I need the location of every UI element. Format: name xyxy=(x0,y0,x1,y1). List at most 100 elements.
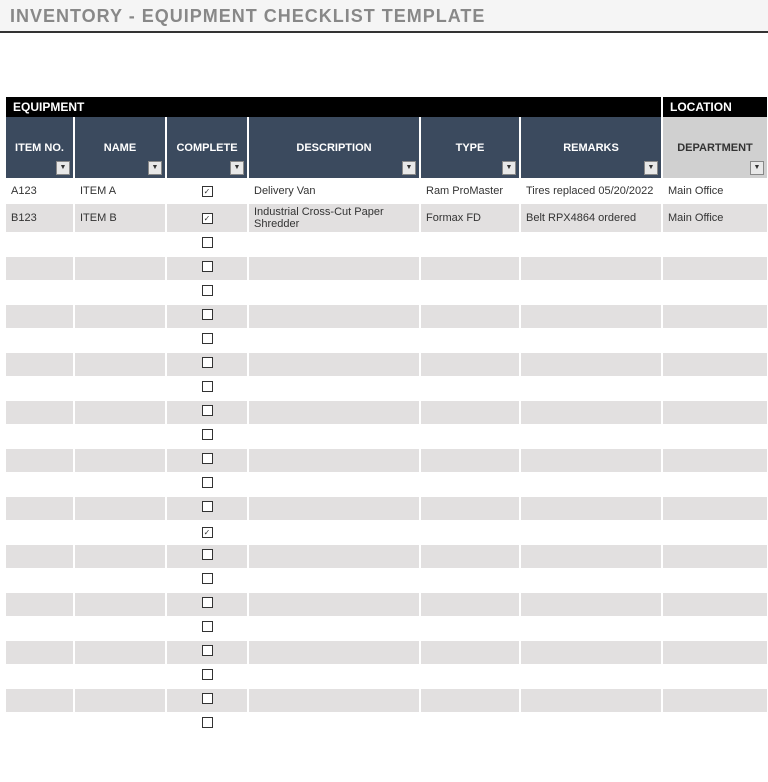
table-row[interactable] xyxy=(6,640,768,664)
checkbox[interactable] xyxy=(202,285,213,296)
cell-complete[interactable] xyxy=(166,688,248,712)
table-row[interactable] xyxy=(6,712,768,736)
cell-description[interactable] xyxy=(248,256,420,280)
cell-itemno[interactable]: B123 xyxy=(6,203,74,232)
filter-dropdown-icon[interactable]: ▼ xyxy=(56,161,70,175)
header-type[interactable]: TYPE ▼ xyxy=(420,117,520,179)
cell-name[interactable] xyxy=(74,640,166,664)
cell-itemno[interactable] xyxy=(6,448,74,472)
cell-description[interactable] xyxy=(248,688,420,712)
cell-remarks[interactable] xyxy=(520,520,662,544)
filter-dropdown-icon[interactable]: ▼ xyxy=(502,161,516,175)
cell-itemno[interactable] xyxy=(6,712,74,736)
cell-description[interactable] xyxy=(248,328,420,352)
cell-remarks[interactable] xyxy=(520,664,662,688)
cell-remarks[interactable] xyxy=(520,568,662,592)
cell-name[interactable] xyxy=(74,448,166,472)
cell-description[interactable] xyxy=(248,616,420,640)
cell-complete[interactable] xyxy=(166,472,248,496)
cell-complete[interactable] xyxy=(166,712,248,736)
cell-remarks[interactable] xyxy=(520,256,662,280)
cell-complete[interactable]: ✓ xyxy=(166,179,248,203)
cell-name[interactable] xyxy=(74,664,166,688)
cell-department[interactable] xyxy=(662,328,768,352)
cell-name[interactable] xyxy=(74,328,166,352)
table-row[interactable] xyxy=(6,280,768,304)
checkbox[interactable] xyxy=(202,333,213,344)
cell-description[interactable] xyxy=(248,280,420,304)
checkbox[interactable]: ✓ xyxy=(202,186,213,197)
cell-itemno[interactable] xyxy=(6,304,74,328)
cell-name[interactable] xyxy=(74,616,166,640)
table-row[interactable] xyxy=(6,328,768,352)
filter-dropdown-icon[interactable]: ▼ xyxy=(644,161,658,175)
cell-description[interactable] xyxy=(248,592,420,616)
cell-remarks[interactable] xyxy=(520,640,662,664)
table-row[interactable] xyxy=(6,592,768,616)
cell-itemno[interactable] xyxy=(6,664,74,688)
cell-type[interactable] xyxy=(420,664,520,688)
cell-department[interactable] xyxy=(662,424,768,448)
table-row[interactable] xyxy=(6,544,768,568)
cell-remarks[interactable] xyxy=(520,400,662,424)
cell-itemno[interactable] xyxy=(6,688,74,712)
checkbox[interactable] xyxy=(202,645,213,656)
cell-remarks[interactable] xyxy=(520,496,662,520)
checkbox[interactable]: ✓ xyxy=(202,527,213,538)
cell-itemno[interactable] xyxy=(6,256,74,280)
cell-type[interactable] xyxy=(420,304,520,328)
cell-type[interactable] xyxy=(420,352,520,376)
table-row[interactable] xyxy=(6,688,768,712)
cell-department[interactable]: Main Office xyxy=(662,179,768,203)
cell-type[interactable] xyxy=(420,688,520,712)
cell-complete[interactable] xyxy=(166,496,248,520)
cell-name[interactable] xyxy=(74,280,166,304)
checkbox[interactable] xyxy=(202,549,213,560)
table-row[interactable] xyxy=(6,472,768,496)
cell-name[interactable] xyxy=(74,712,166,736)
cell-remarks[interactable] xyxy=(520,424,662,448)
cell-department[interactable] xyxy=(662,496,768,520)
cell-itemno[interactable] xyxy=(6,424,74,448)
cell-complete[interactable] xyxy=(166,256,248,280)
cell-department[interactable] xyxy=(662,616,768,640)
table-row[interactable]: B123ITEM B✓Industrial Cross-Cut Paper Sh… xyxy=(6,203,768,232)
table-row[interactable] xyxy=(6,448,768,472)
cell-type[interactable] xyxy=(420,400,520,424)
table-row[interactable] xyxy=(6,400,768,424)
cell-itemno[interactable] xyxy=(6,616,74,640)
cell-complete[interactable] xyxy=(166,616,248,640)
checkbox[interactable] xyxy=(202,429,213,440)
cell-type[interactable] xyxy=(420,376,520,400)
filter-dropdown-icon[interactable]: ▼ xyxy=(230,161,244,175)
cell-type[interactable] xyxy=(420,328,520,352)
cell-department[interactable] xyxy=(662,256,768,280)
cell-type[interactable] xyxy=(420,256,520,280)
cell-type[interactable] xyxy=(420,544,520,568)
cell-department[interactable]: Main Office xyxy=(662,203,768,232)
cell-itemno[interactable] xyxy=(6,592,74,616)
cell-type[interactable] xyxy=(420,424,520,448)
filter-dropdown-icon[interactable]: ▼ xyxy=(148,161,162,175)
cell-remarks[interactable] xyxy=(520,592,662,616)
cell-type[interactable] xyxy=(420,616,520,640)
checkbox[interactable] xyxy=(202,405,213,416)
cell-department[interactable] xyxy=(662,544,768,568)
checkbox[interactable] xyxy=(202,261,213,272)
checkbox[interactable] xyxy=(202,357,213,368)
filter-dropdown-icon[interactable]: ▼ xyxy=(750,161,764,175)
checkbox[interactable] xyxy=(202,573,213,584)
cell-name[interactable] xyxy=(74,400,166,424)
cell-complete[interactable] xyxy=(166,280,248,304)
cell-description[interactable]: Industrial Cross-Cut Paper Shredder xyxy=(248,203,420,232)
cell-description[interactable] xyxy=(248,304,420,328)
header-remarks[interactable]: REMARKS ▼ xyxy=(520,117,662,179)
cell-complete[interactable] xyxy=(166,544,248,568)
table-row[interactable] xyxy=(6,232,768,256)
checkbox[interactable] xyxy=(202,717,213,728)
cell-complete[interactable] xyxy=(166,592,248,616)
cell-itemno[interactable] xyxy=(6,280,74,304)
cell-complete[interactable] xyxy=(166,448,248,472)
cell-complete[interactable] xyxy=(166,424,248,448)
cell-complete[interactable] xyxy=(166,400,248,424)
